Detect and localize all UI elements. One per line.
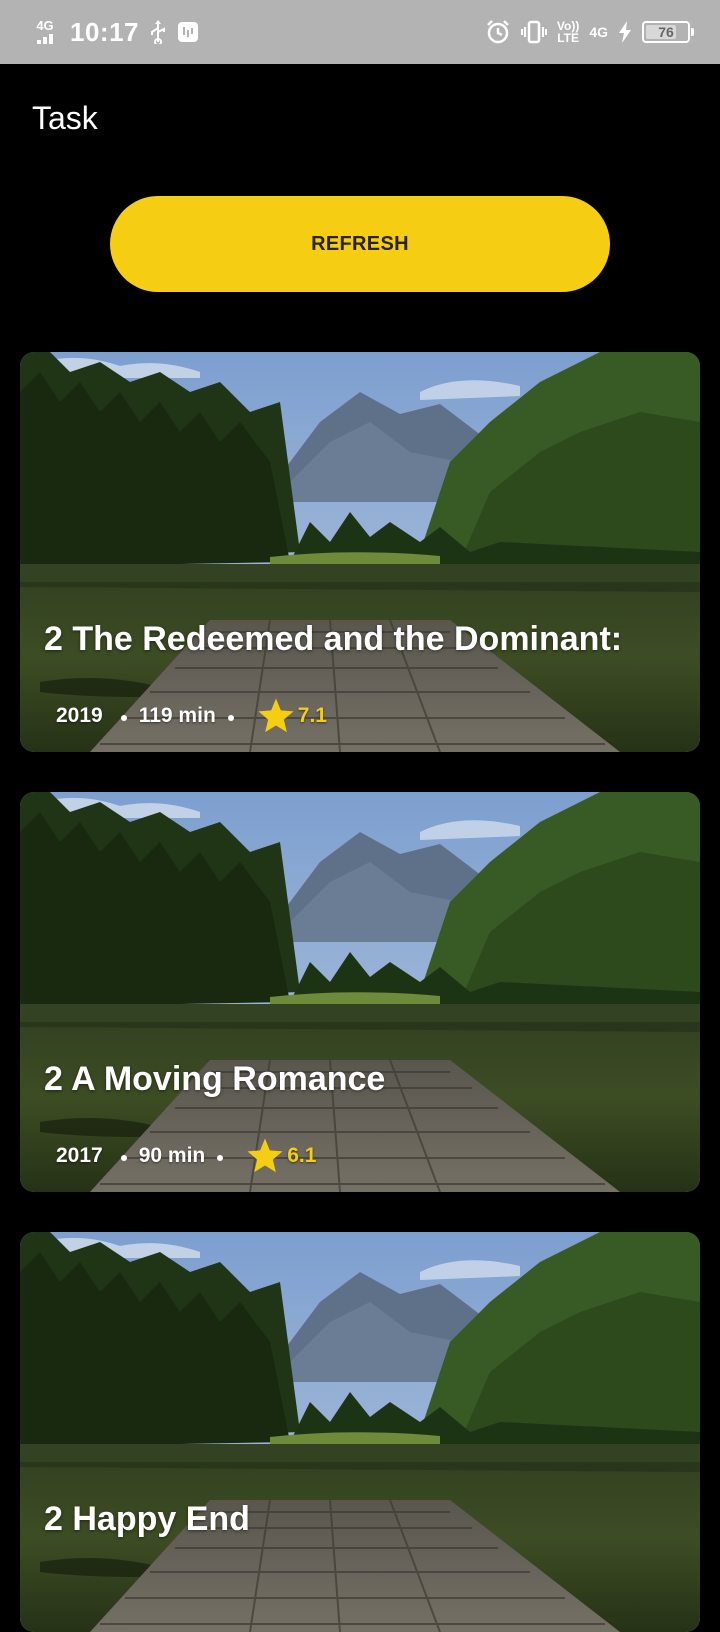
separator-dot [120, 715, 127, 721]
signal-icon: 4G [30, 18, 60, 44]
movie-year: 2019 [56, 704, 103, 727]
separator-dot [120, 1155, 127, 1161]
movie-poster-image [20, 1232, 700, 1632]
app-title: Task [32, 100, 98, 136]
movie-meta: 2017 90 min 6.1 [56, 1136, 316, 1176]
movie-title: 2 A Moving Romance [44, 1060, 386, 1098]
movie-poster-image [20, 792, 700, 1192]
movie-year: 2017 [56, 1144, 103, 1167]
network-type: 4G [36, 18, 54, 33]
battery-icon: 76 [642, 21, 694, 43]
status-bar: 4G 10:17 Vo)) LTE 4G 76 [0, 0, 720, 64]
charging-icon [618, 21, 632, 43]
alarm-icon [485, 19, 511, 45]
separator-dot [227, 715, 234, 721]
movie-card[interactable]: 2 A Moving Romance 2017 90 min 6.1 [20, 792, 700, 1192]
usb-debugging-icon [177, 21, 199, 43]
movie-card[interactable]: 2 The Redeemed and the Dominant: 2019 11… [20, 352, 700, 752]
movie-duration: 90 min [138, 1144, 206, 1167]
movie-duration: 119 min [138, 704, 216, 727]
movie-rating: 6.1 [287, 1144, 317, 1167]
battery-percent: 76 [658, 24, 674, 40]
movie-rating: 7.1 [297, 704, 327, 727]
separator-dot [217, 1155, 224, 1161]
volte-bottom-label: LTE [557, 31, 579, 45]
network-type-2: 4G [589, 24, 608, 40]
movie-card[interactable]: 2 Happy End [20, 1232, 700, 1632]
star-icon [247, 1138, 283, 1173]
movie-poster-image [20, 352, 700, 752]
star-icon [258, 698, 294, 733]
usb-icon [149, 20, 167, 44]
status-time: 10:17 [70, 16, 139, 47]
movie-title: 2 The Redeemed and the Dominant: [44, 620, 623, 658]
vibrate-icon [520, 19, 547, 45]
volte-icon: Vo)) LTE [557, 20, 579, 44]
movie-meta: 2019 119 min 7.1 [56, 696, 327, 736]
refresh-button[interactable]: REFRESH [110, 196, 610, 292]
